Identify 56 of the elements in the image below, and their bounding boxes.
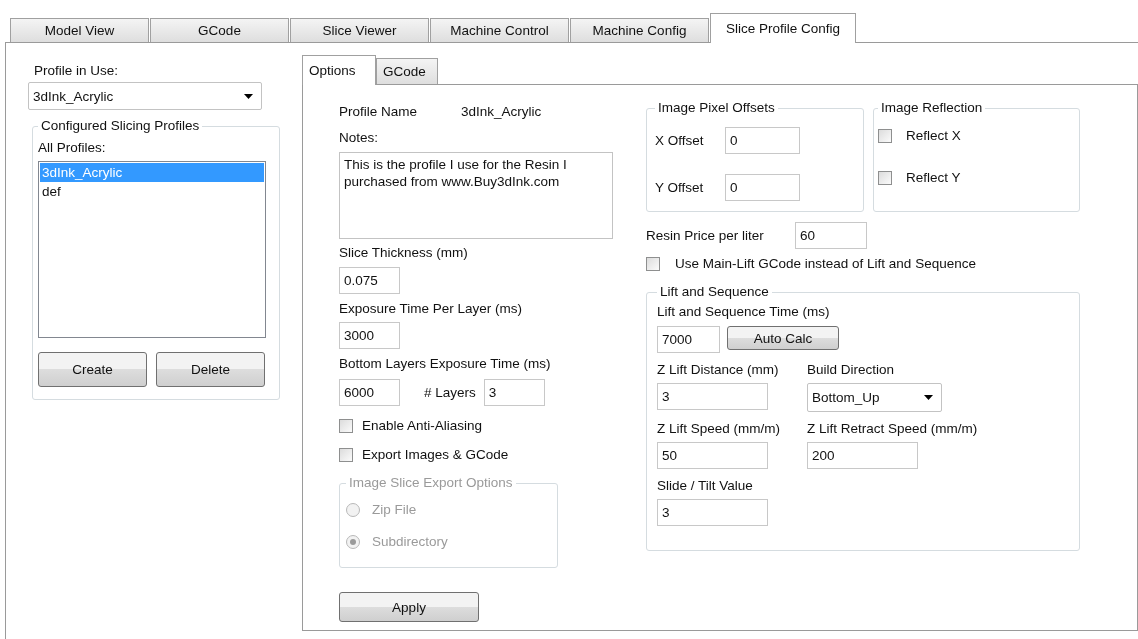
group-title: Lift and Sequence: [659, 283, 770, 301]
tab[interactable]: GCode: [150, 18, 289, 42]
input-field[interactable]: 3: [483, 379, 545, 406]
input-field[interactable]: 0.075: [339, 267, 400, 294]
tab[interactable]: GCode: [376, 58, 438, 84]
group-title: Image Reflection: [880, 99, 984, 117]
field-label: Lift and Sequence Time (ms): [657, 303, 830, 321]
checkbox-label[interactable]: Reflect X: [906, 127, 961, 145]
field-label: Bottom Layers Exposure Time (ms): [339, 355, 551, 373]
tab[interactable]: Slice Viewer: [290, 18, 429, 42]
checkbox-label[interactable]: Reflect Y: [906, 169, 961, 187]
field-label: Build Direction: [807, 361, 895, 379]
apply-button[interactable]: Apply: [339, 592, 479, 622]
field-label: X Offset: [655, 131, 705, 150]
tab[interactable]: Model View: [10, 18, 149, 42]
field-label: Z Lift Distance (mm): [657, 361, 779, 379]
list-label: All Profiles:: [38, 139, 106, 157]
input-field[interactable]: 0: [725, 127, 800, 154]
group-title: Image Pixel Offsets: [657, 99, 776, 117]
input-field[interactable]: 0: [725, 174, 800, 201]
build-direction-dropdown[interactable]: Bottom_Up: [807, 383, 942, 412]
input-field[interactable]: 60: [795, 222, 867, 249]
field-label: Profile Name: [339, 103, 419, 121]
field-label: Slide / Tilt Value: [657, 477, 753, 495]
tab[interactable]: Machine Config: [570, 18, 709, 42]
field-label: Resin Price per liter: [646, 226, 765, 245]
input-field[interactable]: 7000: [657, 326, 720, 353]
field-label: Exposure Time Per Layer (ms): [339, 300, 523, 318]
input-field[interactable]: 200: [807, 442, 918, 469]
checkbox-label[interactable]: Export Images & GCode: [362, 446, 509, 464]
field-label: Notes:: [339, 129, 379, 147]
profile-name-value: 3dInk_Acrylic: [461, 103, 542, 121]
field-label: Profile in Use:: [34, 62, 119, 80]
field-label: Y Offset: [655, 178, 705, 197]
checkbox-label[interactable]: Enable Anti-Aliasing: [362, 417, 483, 435]
profile-button[interactable]: Delete: [156, 352, 265, 387]
field-label: # Layers: [424, 383, 476, 402]
auto-calc-button[interactable]: Auto Calc: [727, 326, 839, 350]
input-field[interactable]: 3: [657, 383, 768, 410]
notes-field[interactable]: This is the profile I use for the Resin I purchased from www.Buy3dInk.com: [339, 152, 613, 239]
group-title: Image Slice Export Options: [348, 474, 514, 492]
checkbox-label[interactable]: Use Main-Lift GCode instead of Lift and Sequence: [675, 255, 976, 273]
input-field[interactable]: 3000: [339, 322, 400, 349]
profile-dropdown[interactable]: 3dInk_Acrylic: [28, 82, 262, 110]
tab[interactable]: Slice Profile Config: [710, 13, 856, 43]
tab[interactable]: Machine Control: [430, 18, 569, 42]
field-label: Z Lift Speed (mm/m): [657, 420, 781, 438]
input-field[interactable]: 50: [657, 442, 768, 469]
group-title: Configured Slicing Profiles: [40, 117, 201, 135]
field-label: Z Lift Retract Speed (mm/m): [807, 420, 978, 438]
field-label: Slice Thickness (mm): [339, 244, 468, 262]
list-item[interactable]: def: [40, 182, 264, 201]
input-field[interactable]: 6000: [339, 379, 400, 406]
profile-button[interactable]: Create: [38, 352, 147, 387]
tab[interactable]: Options: [302, 55, 376, 85]
input-field[interactable]: 3: [657, 499, 768, 526]
